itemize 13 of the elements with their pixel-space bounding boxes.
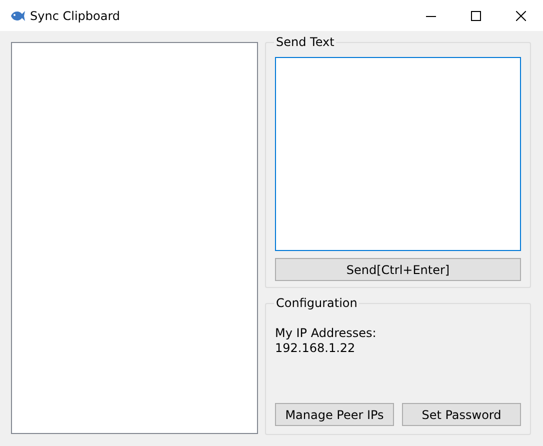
window-title: Sync Clipboard xyxy=(30,8,120,22)
send-button[interactable]: Send[Ctrl+Enter] xyxy=(275,258,521,281)
close-icon xyxy=(516,10,526,20)
config-button[interactable]: Set Password xyxy=(402,403,521,426)
config-button[interactable]: Manage Peer IPs xyxy=(275,403,394,426)
group-title: Send Text xyxy=(275,35,336,49)
ip-address: 192.168.1.22 xyxy=(275,341,356,356)
group-title: Configuration xyxy=(275,296,358,310)
clipboard-list[interactable] xyxy=(11,42,258,434)
fish-icon xyxy=(10,10,26,22)
text-area[interactable] xyxy=(275,57,521,251)
ip-label: My IP Addresses: xyxy=(275,326,378,341)
maximize-icon xyxy=(470,10,480,20)
